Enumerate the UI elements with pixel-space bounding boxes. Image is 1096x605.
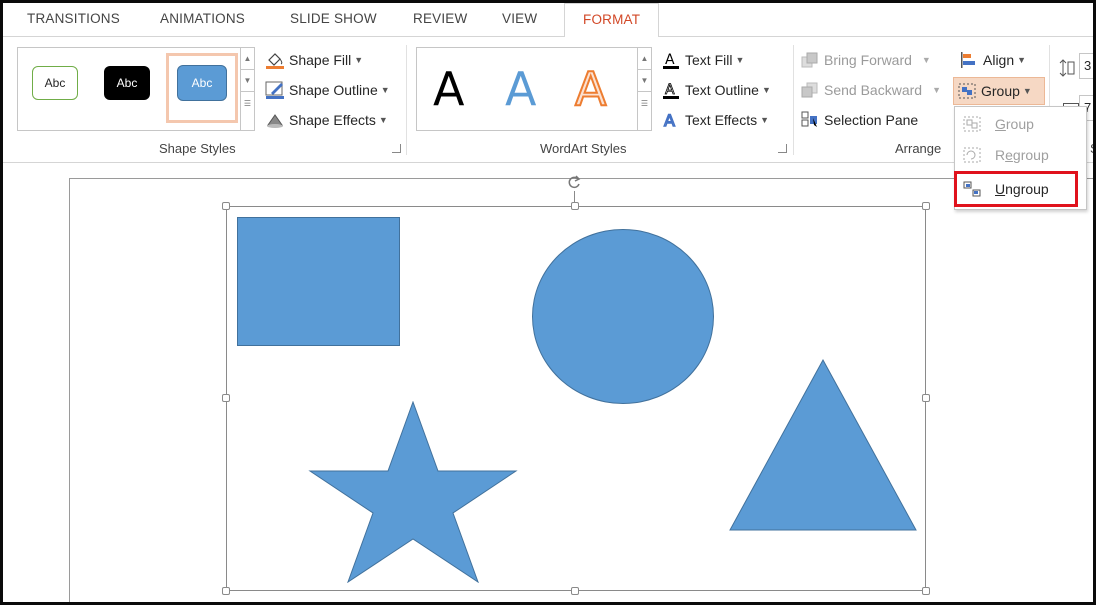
align-button[interactable]: Align ▼ xyxy=(959,49,1026,71)
wordart-styles-group-label: WordArt Styles xyxy=(540,141,627,156)
chevron-down-icon: ▼ xyxy=(932,85,941,95)
send-backward-icon xyxy=(800,81,820,99)
shape-fill-button[interactable]: Shape Fill ▼ xyxy=(265,49,363,71)
text-outline-label: Text Outline xyxy=(685,82,759,98)
text-fill-icon: A xyxy=(661,51,681,69)
group-button[interactable]: Group ▼ xyxy=(957,80,1032,102)
group-selection-box xyxy=(226,206,926,591)
text-effects-button[interactable]: A Text Effects ▼ xyxy=(661,109,769,131)
text-outline-button[interactable]: A Text Outline ▼ xyxy=(661,79,771,101)
chevron-down-icon: ▼ xyxy=(380,85,390,95)
tab-transitions[interactable]: TRANSITIONS xyxy=(27,11,120,26)
powerpoint-window: TRANSITIONS ANIMATIONS SLIDE SHOW REVIEW… xyxy=(0,0,1096,605)
chevron-down-icon: ▼ xyxy=(761,85,771,95)
selection-pane-icon xyxy=(800,111,820,129)
tab-slide-show[interactable]: SLIDE SHOW xyxy=(290,11,377,26)
rotate-handle-icon[interactable] xyxy=(566,175,582,191)
resize-handle[interactable] xyxy=(922,587,930,595)
menu-item-regroup-label: Regroup xyxy=(995,147,1049,163)
chevron-down-icon: ▼ xyxy=(378,115,388,125)
wordart-gallery-scroll: ▲ ▼ ☰ xyxy=(637,48,651,130)
shape-height-icon xyxy=(1058,59,1076,77)
chevron-down-icon: ▼ xyxy=(1022,86,1032,96)
text-fill-button[interactable]: A Text Fill ▼ xyxy=(661,49,744,71)
svg-text:A: A xyxy=(665,52,675,68)
selection-pane-label: Selection Pane xyxy=(824,112,919,128)
gallery-up-icon[interactable]: ▲ xyxy=(241,48,254,70)
shape-outline-button[interactable]: Shape Outline ▼ xyxy=(265,79,390,101)
chevron-down-icon: ▼ xyxy=(760,115,770,125)
shape-height-field[interactable]: 3 xyxy=(1079,53,1093,79)
text-fill-label: Text Fill xyxy=(685,52,733,68)
resize-handle[interactable] xyxy=(222,202,230,210)
send-backward-label: Send Backward xyxy=(824,82,923,98)
resize-handle[interactable] xyxy=(222,394,230,402)
shape-outline-label: Shape Outline xyxy=(289,82,378,98)
align-icon xyxy=(959,51,979,69)
ungroup-highlight-box xyxy=(954,171,1078,207)
paint-bucket-icon xyxy=(265,51,285,69)
size-group-label-partial: S xyxy=(1090,141,1093,156)
menu-item-group[interactable]: Group xyxy=(955,109,1086,139)
regroup-icon xyxy=(961,147,983,163)
dialog-launcher-icon[interactable] xyxy=(392,144,401,153)
tab-review[interactable]: REVIEW xyxy=(413,11,467,26)
align-label: Align xyxy=(983,52,1015,68)
svg-text:A: A xyxy=(664,111,675,129)
gallery-down-icon[interactable]: ▼ xyxy=(638,70,651,92)
wordart-preset-blue[interactable]: A xyxy=(505,62,536,116)
group-icon xyxy=(961,116,983,132)
wordart-preset-black[interactable]: A xyxy=(433,62,464,116)
resize-handle[interactable] xyxy=(222,587,230,595)
shape-effects-icon xyxy=(265,111,285,129)
gallery-more-icon[interactable]: ☰ xyxy=(241,92,254,114)
arrange-group-label: Arrange xyxy=(895,141,942,156)
resize-handle[interactable] xyxy=(571,587,579,595)
shape-gallery-scroll: ▲ ▼ ☰ xyxy=(240,48,254,130)
bring-forward-icon xyxy=(800,51,820,69)
shape-styles-group-label: Shape Styles xyxy=(159,141,236,156)
resize-handle[interactable] xyxy=(571,202,579,210)
selection-pane-button[interactable]: Selection Pane xyxy=(800,109,918,131)
ribbon-tabs: TRANSITIONS ANIMATIONS SLIDE SHOW REVIEW… xyxy=(3,3,1093,38)
resize-handle[interactable] xyxy=(922,394,930,402)
chevron-down-icon: ▼ xyxy=(735,55,745,65)
shape-styles-gallery: Abc Abc Abc ▲ ▼ ☰ xyxy=(17,47,255,131)
bring-forward-label: Bring Forward xyxy=(824,52,912,68)
wordart-gallery: A A A ▲ ▼ ☰ xyxy=(416,47,652,131)
gallery-down-icon[interactable]: ▼ xyxy=(241,70,254,92)
menu-item-regroup[interactable]: Regroup xyxy=(955,140,1086,170)
shape-fill-label: Shape Fill xyxy=(289,52,352,68)
resize-handle[interactable] xyxy=(922,202,930,210)
send-backward-button[interactable]: Send Backward ▼ xyxy=(800,79,941,101)
chevron-down-icon: ▼ xyxy=(354,55,364,65)
shape-style-preset-black[interactable]: Abc xyxy=(104,66,150,100)
gallery-up-icon[interactable]: ▲ xyxy=(638,48,651,70)
group-divider xyxy=(793,45,794,155)
tab-animations[interactable]: ANIMATIONS xyxy=(160,11,245,26)
group-divider xyxy=(406,45,407,155)
shape-style-preset-blue[interactable]: Abc xyxy=(177,65,227,101)
ribbon-format: Abc Abc Abc ▲ ▼ ☰ Shape Fill ▼ Shape Outl… xyxy=(3,37,1093,163)
tab-format[interactable]: FORMAT xyxy=(564,3,660,38)
group-icon xyxy=(957,82,977,100)
bring-forward-button[interactable]: Bring Forward ▼ xyxy=(800,49,931,71)
chevron-down-icon: ▼ xyxy=(921,55,931,65)
svg-text:A: A xyxy=(665,82,675,98)
chevron-down-icon: ▼ xyxy=(1017,55,1027,65)
rotate-handle-line xyxy=(574,191,575,203)
group-label: Group xyxy=(981,83,1020,99)
wordart-preset-orange-outline[interactable]: A xyxy=(574,61,607,117)
shape-effects-label: Shape Effects xyxy=(289,112,376,128)
text-effects-icon: A xyxy=(661,111,681,129)
pencil-outline-icon xyxy=(265,81,285,99)
text-effects-label: Text Effects xyxy=(685,112,758,128)
gallery-more-icon[interactable]: ☰ xyxy=(638,92,651,114)
dialog-launcher-icon[interactable] xyxy=(778,144,787,153)
menu-item-group-label: Group xyxy=(995,116,1034,132)
shape-effects-button[interactable]: Shape Effects ▼ xyxy=(265,109,388,131)
text-outline-icon: A xyxy=(661,81,681,99)
shape-style-preset-outline[interactable]: Abc xyxy=(32,66,78,100)
tab-view[interactable]: VIEW xyxy=(502,11,537,26)
